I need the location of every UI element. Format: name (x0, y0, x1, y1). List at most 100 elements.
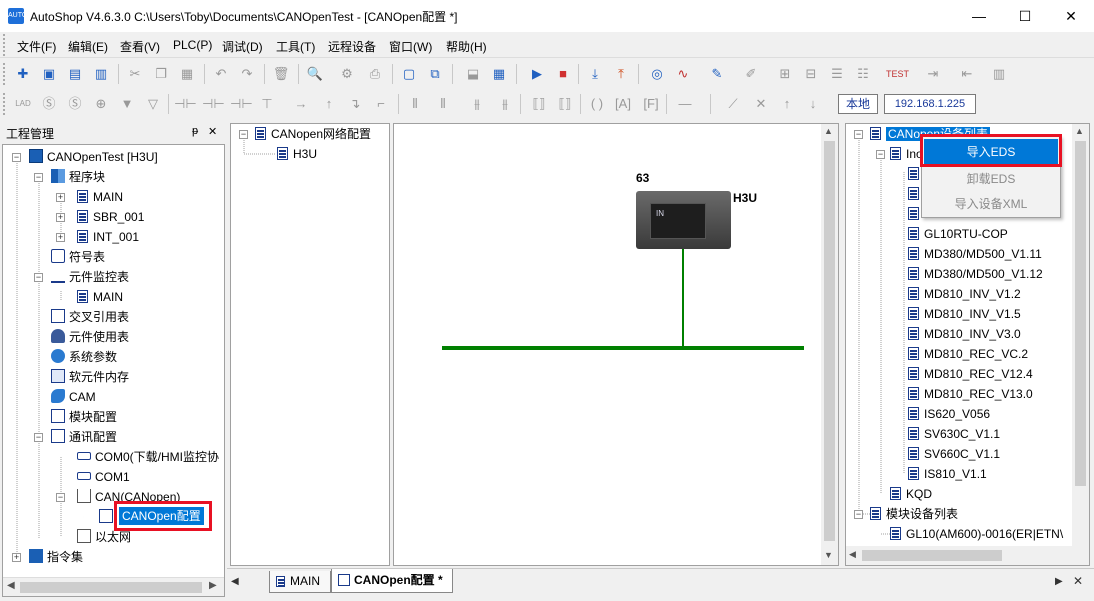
new-file-icon[interactable]: ✚ (12, 63, 34, 85)
device-hscrollbar[interactable]: ◀ (846, 546, 1072, 565)
tree-module-item[interactable]: GL10(AM600)-0016(ER|ETN\ (890, 525, 1063, 543)
tree-device[interactable]: IS810_V1.1 (908, 465, 987, 483)
tree-program-block[interactable]: 程序块 (51, 168, 105, 186)
expander-monitor[interactable]: − (34, 273, 43, 282)
cross-icon[interactable]: ✕ (750, 93, 772, 115)
scroll-thumb[interactable] (20, 582, 202, 593)
tree-module-list[interactable]: 模块设备列表 (870, 505, 958, 523)
ladder-s2-icon[interactable]: Ⓢ (64, 93, 86, 115)
pulse-icon[interactable]: ⫵ (466, 93, 488, 115)
tree-device[interactable]: MD380/MD500_V1.12 (908, 265, 1043, 283)
menu-import-xml[interactable]: 导入设备XML (924, 192, 1058, 216)
contact-nc-icon[interactable]: ⊣⊢ (202, 93, 225, 115)
menu-unload-eds[interactable]: 卸载EDS (924, 167, 1058, 191)
expander-root[interactable]: − (12, 153, 21, 162)
save-all-icon[interactable]: ▥ (90, 63, 112, 85)
menu-help[interactable]: 帮助(H) (446, 38, 487, 55)
func-f-icon[interactable]: [F] (640, 93, 662, 115)
tree-device[interactable]: IS620_V056 (908, 405, 990, 423)
coil-icon[interactable]: ( ) (586, 93, 608, 115)
tree-com1[interactable]: COM1 (77, 468, 130, 486)
menu-remote[interactable]: 远程设备 (328, 38, 376, 55)
edit-mode-icon[interactable]: ✎ (706, 63, 728, 85)
tree-monitor-main[interactable]: MAIN (77, 288, 123, 306)
scroll-left-icon[interactable]: ◀ (7, 580, 15, 591)
corner2-icon[interactable]: ⌐ (370, 93, 392, 115)
run-icon[interactable]: ▶ (526, 63, 548, 85)
pulse2-icon[interactable]: ⫵ (494, 93, 516, 115)
scroll-thumb[interactable] (1075, 141, 1086, 486)
down-icon[interactable]: ↓ (802, 93, 824, 115)
tree-device[interactable]: SV630C_V1.1 (908, 425, 1000, 443)
scroll-thumb[interactable] (824, 141, 835, 541)
compile-icon[interactable]: ⬓ (462, 63, 484, 85)
scroll-down-icon[interactable]: ▼ (824, 550, 833, 560)
set-icon[interactable]: ⟦⟧ (528, 93, 550, 115)
align-icon[interactable]: ☰ (826, 63, 848, 85)
tree-network-root[interactable]: CANopen网络配置 (255, 125, 371, 143)
tree-xref[interactable]: 交叉引用表 (51, 308, 129, 326)
login-icon[interactable]: ⇥ (922, 63, 944, 85)
copy-icon[interactable]: ❐ (150, 63, 172, 85)
expander-instructions[interactable]: + (12, 553, 21, 562)
lad-icon[interactable]: LAD (12, 93, 34, 115)
download-icon[interactable]: ⤓ (584, 63, 606, 85)
diag-icon[interactable]: ⟋ (722, 93, 744, 115)
parallel2-icon[interactable]: ⫴ (432, 93, 454, 115)
tab-close-icon[interactable]: ✕ (1073, 574, 1083, 588)
tree-symbols[interactable]: 符号表 (51, 248, 105, 266)
tree-device[interactable]: MD810_INV_V3.0 (908, 325, 1021, 343)
arrow-down-outline-icon[interactable]: ▽ (142, 93, 164, 115)
expander-ino[interactable]: − (876, 150, 885, 159)
expander-program[interactable]: − (34, 173, 43, 182)
scroll-left-icon[interactable]: ◀ (849, 549, 856, 560)
grid-icon[interactable]: ⊞ (774, 63, 796, 85)
tree-device[interactable]: GL10RTU-COP (908, 225, 1008, 243)
logout-icon[interactable]: ⇤ (956, 63, 978, 85)
tree-device[interactable]: SV660C_V1.1 (908, 445, 1000, 463)
menu-edit[interactable]: 编辑(E) (68, 38, 108, 55)
hline-icon[interactable]: → (290, 93, 312, 115)
tree-cam[interactable]: CAM (51, 388, 96, 406)
monitor-icon[interactable]: ⚙ (336, 63, 358, 85)
tree-device[interactable]: MD810_INV_V1.2 (908, 285, 1021, 303)
tree-device[interactable]: MD810_REC_V12.4 (908, 365, 1033, 383)
expander-sbr[interactable]: + (56, 213, 65, 222)
tree-ethernet[interactable]: 以太网 (77, 528, 131, 546)
expander-can[interactable]: − (56, 493, 65, 502)
arrow-down-filled-icon[interactable]: ▼ (116, 93, 138, 115)
ip-address-field[interactable]: 192.168.1.225 (884, 94, 976, 114)
build-icon[interactable]: ▦ (488, 63, 510, 85)
parallel-icon[interactable]: ⫴ (404, 93, 426, 115)
paste-icon[interactable]: ▦ (176, 63, 198, 85)
minimize-button[interactable]: — (956, 0, 1002, 32)
tree-instructions[interactable]: 指令集 (29, 548, 83, 566)
canvas-vscrollbar[interactable]: ▲ ▼ (821, 124, 838, 565)
tree-ino[interactable]: Ino (890, 145, 923, 163)
tree-device[interactable]: MD810_REC_V13.0 (908, 385, 1033, 403)
trace-icon[interactable]: ∿ (672, 63, 694, 85)
tree-com0[interactable]: COM0(下载/HMI监控协 (77, 448, 219, 466)
window-switch-icon[interactable]: ⧉ (424, 63, 446, 85)
panel-close-icon[interactable]: ✕ (208, 125, 217, 138)
tree-softmem[interactable]: 软元件内存 (51, 368, 129, 386)
print-icon[interactable]: ⎙ (364, 63, 386, 85)
redo-icon[interactable]: ↷ (236, 63, 258, 85)
close-button[interactable]: ✕ (1048, 0, 1094, 32)
expander-devices[interactable]: − (854, 130, 863, 139)
contact-no-icon[interactable]: ⊣⊢ (174, 93, 197, 115)
expander-main[interactable]: + (56, 193, 65, 202)
window-icon[interactable]: ▢ (398, 63, 420, 85)
contact-branch-icon[interactable]: ⊤ (256, 93, 278, 115)
func-a-icon[interactable]: [A] (612, 93, 634, 115)
search-icon[interactable]: 🔍 (304, 63, 326, 85)
cut-icon[interactable]: ✂ (124, 63, 146, 85)
menu-debug[interactable]: 调试(D) (222, 38, 263, 55)
tree-comm-cfg[interactable]: 通讯配置 (51, 428, 117, 446)
tree-h3u[interactable]: H3U (277, 145, 317, 163)
grid2-icon[interactable]: ⊟ (800, 63, 822, 85)
tree-monitor[interactable]: 元件监控表 (51, 268, 129, 286)
expander-int[interactable]: + (56, 233, 65, 242)
hline2-icon[interactable]: — (674, 93, 696, 115)
align2-icon[interactable]: ☷ (852, 63, 874, 85)
